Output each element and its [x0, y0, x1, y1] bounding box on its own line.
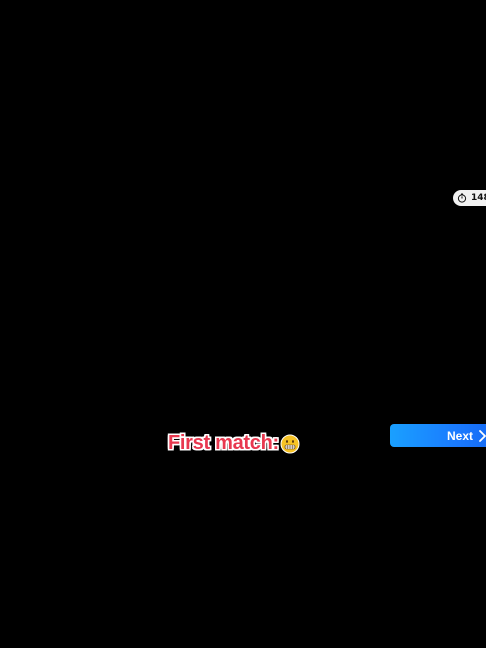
screen: 148 Next First match:	[0, 0, 486, 648]
next-button[interactable]: Next	[390, 424, 486, 447]
timer-value: 148	[471, 193, 486, 203]
timer-badge: 148	[453, 190, 486, 206]
caption: First match:	[168, 432, 300, 455]
next-button-label: Next	[447, 428, 474, 443]
chevron-right-icon	[479, 429, 486, 442]
grimacing-face-icon	[280, 434, 300, 454]
caption-text: First match:	[168, 432, 279, 454]
stopwatch-icon	[457, 193, 467, 203]
